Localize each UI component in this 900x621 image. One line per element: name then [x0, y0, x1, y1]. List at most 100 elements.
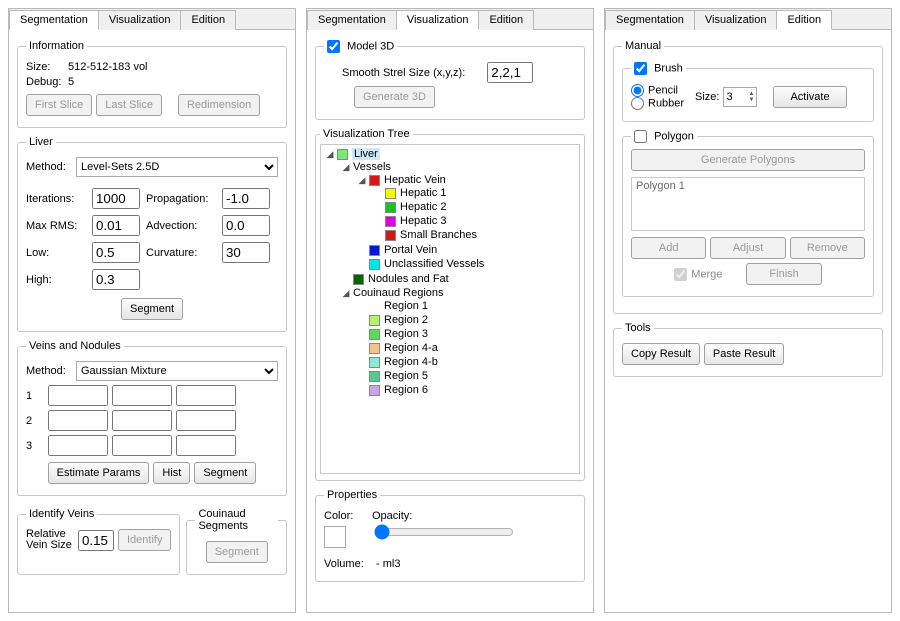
vn-method-select[interactable]: Gaussian Mixture [76, 361, 278, 381]
swatch-uv [369, 259, 380, 270]
liver-segment-button[interactable]: Segment [121, 298, 183, 320]
pencil-radio[interactable] [631, 84, 644, 97]
input-iterations[interactable] [92, 188, 140, 209]
tab-edition-3[interactable]: Edition [776, 10, 832, 30]
swatch-r5 [369, 371, 380, 382]
label-iterations: Iterations: [26, 193, 86, 205]
swatch-liver [337, 149, 348, 160]
tree-item-hepatic-1[interactable]: Hepatic 1 [400, 187, 446, 199]
polygon-adjust-button[interactable]: Adjust [710, 237, 785, 259]
liver-method-select[interactable]: Level-Sets 2.5D [76, 157, 278, 177]
tree-item-unclassified[interactable]: Unclassified Vessels [384, 258, 484, 270]
copy-result-button[interactable]: Copy Result [622, 343, 700, 365]
last-slice-button[interactable]: Last Slice [96, 94, 162, 116]
polygon-remove-button[interactable]: Remove [790, 237, 865, 259]
group-visualization-tree: Visualization Tree ◢Liver ◢Vessels ◢Hepa… [315, 128, 585, 481]
input-propagation[interactable] [222, 188, 270, 209]
tree-item-region-3[interactable]: Region 3 [384, 328, 428, 340]
tab-visualization-3[interactable]: Visualization [694, 10, 778, 30]
vn-1c[interactable] [176, 385, 236, 406]
tab-edition[interactable]: Edition [180, 10, 236, 30]
rubber-radio[interactable] [631, 97, 644, 110]
toggle-icon[interactable]: ◢ [357, 175, 367, 186]
brush-size-spin[interactable]: 3▲▼ [723, 87, 757, 107]
group-liver: Liver Method: Level-Sets 2.5D Iterations… [17, 136, 287, 332]
polygon-item-1[interactable]: Polygon 1 [636, 180, 860, 192]
tree-item-region-5[interactable]: Region 5 [384, 370, 428, 382]
toggle-icon[interactable]: ◢ [341, 162, 351, 173]
polygon-add-button[interactable]: Add [631, 237, 706, 259]
tree-item-couinaud[interactable]: Couinaud Regions [353, 287, 444, 299]
label-low: Low: [26, 247, 86, 259]
vn-2b[interactable] [112, 410, 172, 431]
tab-visualization[interactable]: Visualization [98, 10, 182, 30]
activate-button[interactable]: Activate [773, 86, 846, 108]
tree-item-region-4b[interactable]: Region 4-b [384, 356, 438, 368]
tree-item-region-2[interactable]: Region 2 [384, 314, 428, 326]
tabs-row-3: Segmentation Visualization Edition [605, 9, 891, 30]
paste-result-button[interactable]: Paste Result [704, 343, 784, 365]
label-high: High: [26, 274, 86, 286]
tree-item-small-branches[interactable]: Small Branches [400, 229, 477, 241]
input-relative-vein-size[interactable] [78, 530, 114, 551]
tree-item-hepatic-vein[interactable]: Hepatic Vein [384, 174, 446, 186]
chevron-down-icon[interactable]: ▼ [749, 97, 755, 103]
hist-button[interactable]: Hist [153, 462, 190, 484]
input-maxrms[interactable] [92, 215, 140, 236]
vn-3b[interactable] [112, 435, 172, 456]
generate-3d-button[interactable]: Generate 3D [354, 86, 435, 108]
identify-button[interactable]: Identify [118, 529, 171, 551]
merge-checkbox[interactable] [674, 268, 687, 281]
tab-visualization-2[interactable]: Visualization [396, 10, 480, 30]
value-size: 512-512-183 vol [68, 61, 148, 73]
tree-item-region-4a[interactable]: Region 4-a [384, 342, 438, 354]
brush-checkbox[interactable] [634, 62, 647, 75]
vn-3c[interactable] [176, 435, 236, 456]
vn-2c[interactable] [176, 410, 236, 431]
tree-item-portal-vein[interactable]: Portal Vein [384, 244, 437, 256]
input-low[interactable] [92, 242, 140, 263]
tree-item-region-1[interactable]: Region 1 [384, 300, 428, 312]
vn-segment-button[interactable]: Segment [194, 462, 256, 484]
toggle-icon[interactable]: ◢ [325, 149, 335, 160]
toggle-icon[interactable]: ◢ [341, 288, 351, 299]
input-curvature[interactable] [222, 242, 270, 263]
vn-2a[interactable] [48, 410, 108, 431]
opacity-slider[interactable] [374, 524, 514, 540]
first-slice-button[interactable]: First Slice [26, 94, 92, 116]
label-advection: Advection: [146, 220, 216, 232]
model3d-checkbox[interactable] [327, 40, 340, 53]
group-brush: Brush Pencil Rubber Size: 3▲▼ Activate [622, 62, 874, 122]
tab-edition-2[interactable]: Edition [478, 10, 534, 30]
couinaud-segment-button[interactable]: Segment [206, 541, 268, 563]
visualization-tree[interactable]: ◢Liver ◢Vessels ◢Hepatic Vein -Hepatic 1… [320, 144, 580, 474]
tree-item-nodules-fat[interactable]: Nodules and Fat [368, 273, 449, 285]
polygon-checkbox[interactable] [634, 130, 647, 143]
tree-item-region-6[interactable]: Region 6 [384, 384, 428, 396]
tree-item-vessels[interactable]: Vessels [353, 161, 391, 173]
swatch-nf [353, 274, 364, 285]
redimension-button[interactable]: Redimension [178, 94, 260, 116]
legend-brush: Brush [631, 62, 686, 75]
color-box[interactable] [324, 526, 346, 548]
vn-3a[interactable] [48, 435, 108, 456]
generate-polygons-button[interactable]: Generate Polygons [631, 149, 865, 171]
vn-row1-label: 1 [26, 390, 44, 402]
vn-1a[interactable] [48, 385, 108, 406]
tab-segmentation-3[interactable]: Segmentation [605, 10, 695, 30]
input-smooth-strel[interactable] [487, 62, 533, 83]
label-smooth-strel: Smooth Strel Size (x,y,z): [342, 67, 465, 79]
tree-item-hepatic-3[interactable]: Hepatic 3 [400, 215, 446, 227]
polygon-listbox[interactable]: Polygon 1 [631, 177, 865, 231]
polygon-finish-button[interactable]: Finish [746, 263, 821, 285]
tab-segmentation[interactable]: Segmentation [9, 10, 99, 30]
estimate-params-button[interactable]: Estimate Params [48, 462, 150, 484]
label-relative-vein-size: Relative Vein Size [26, 529, 74, 551]
tree-item-hepatic-2[interactable]: Hepatic 2 [400, 201, 446, 213]
panel-edition: Segmentation Visualization Edition Manua… [604, 8, 892, 613]
tree-item-liver[interactable]: Liver [352, 148, 380, 160]
vn-1b[interactable] [112, 385, 172, 406]
input-advection[interactable] [222, 215, 270, 236]
input-high[interactable] [92, 269, 140, 290]
tab-segmentation-2[interactable]: Segmentation [307, 10, 397, 30]
